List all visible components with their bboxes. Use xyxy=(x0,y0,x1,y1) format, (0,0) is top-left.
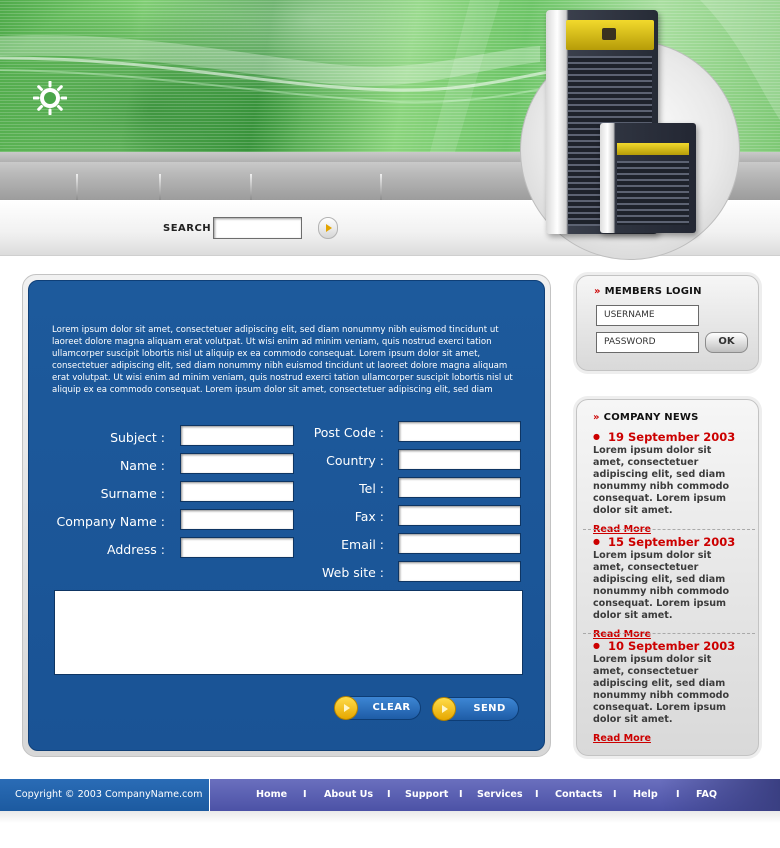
news-divider xyxy=(583,633,755,634)
news-item: 19 September 2003 Lorem ipsum dolor sit … xyxy=(593,430,738,536)
arrow-icon xyxy=(334,696,358,720)
address-field[interactable] xyxy=(180,537,294,558)
company-news-title: » COMPANY NEWS xyxy=(593,412,699,423)
search-go-button[interactable] xyxy=(318,217,338,239)
tel-label: Tel : xyxy=(359,481,384,496)
fax-field[interactable] xyxy=(398,505,521,526)
tel-field[interactable] xyxy=(398,477,521,498)
password-field[interactable]: PASSWORD xyxy=(596,332,699,353)
email-field[interactable] xyxy=(398,533,521,554)
footer-separator: I xyxy=(613,789,617,800)
form-intro-text: Lorem ipsum dolor sit amet, consectetuer… xyxy=(52,325,513,396)
footer-link-support[interactable]: Support xyxy=(405,789,448,800)
subject-field[interactable] xyxy=(180,425,294,446)
footer-link-faq[interactable]: FAQ xyxy=(696,789,717,800)
footer-link-help[interactable]: Help xyxy=(633,789,658,800)
company-name-field[interactable] xyxy=(180,509,294,530)
footer-link-about-us[interactable]: About Us xyxy=(324,789,373,800)
server-box-cap xyxy=(617,143,689,155)
news-text: Lorem ipsum dolor sit amet, consectetuer… xyxy=(593,445,730,516)
post-code-label: Post Code : xyxy=(313,425,384,440)
news-date: 10 September 2003 xyxy=(593,639,738,653)
nav-divider xyxy=(250,174,252,200)
clear-button[interactable]: CLEAR xyxy=(334,696,421,720)
read-more-link[interactable]: Read More xyxy=(593,733,651,744)
surname-field[interactable] xyxy=(180,481,294,502)
news-text: Lorem ipsum dolor sit amet, consectetuer… xyxy=(593,654,730,725)
name-label: Name : xyxy=(119,458,165,473)
members-login-title-text: MEMBERS LOGIN xyxy=(604,286,702,297)
company-news-title-text: COMPANY NEWS xyxy=(603,412,699,423)
nav-divider xyxy=(159,174,161,200)
news-text: Lorem ipsum dolor sit amet, consectetuer… xyxy=(593,550,730,621)
footer-link-contacts[interactable]: Contacts xyxy=(555,789,603,800)
send-button-label: SEND xyxy=(473,703,506,714)
search-label: SEARCH xyxy=(163,223,212,234)
footer-link-services[interactable]: Services xyxy=(477,789,523,800)
search-input[interactable] xyxy=(213,217,302,239)
footer-separator: I xyxy=(535,789,539,800)
sun-logo-icon xyxy=(33,81,67,115)
footer-shadow xyxy=(0,811,780,823)
username-field[interactable]: USERNAME xyxy=(596,305,699,326)
email-label: Email : xyxy=(341,537,384,552)
server-box-image xyxy=(600,123,696,233)
news-divider xyxy=(583,529,755,530)
website-field[interactable] xyxy=(398,561,521,582)
address-label: Address : xyxy=(107,542,165,557)
news-item: 10 September 2003 Lorem ipsum dolor sit … xyxy=(593,639,738,745)
clear-button-label: CLEAR xyxy=(372,702,411,713)
company-name-label: Company Name : xyxy=(56,514,165,529)
subject-label: Subject : xyxy=(110,430,165,445)
footer-separator: I xyxy=(676,789,680,800)
double-arrow-icon: » xyxy=(594,286,601,297)
message-textarea[interactable] xyxy=(54,590,523,675)
double-arrow-icon: » xyxy=(593,412,600,423)
members-login-title: » MEMBERS LOGIN xyxy=(594,286,702,297)
post-code-field[interactable] xyxy=(398,421,521,442)
nav-divider xyxy=(76,174,78,200)
news-date: 15 September 2003 xyxy=(593,535,738,549)
footer-separator: I xyxy=(459,789,463,800)
send-button[interactable]: SEND xyxy=(432,697,519,721)
country-label: Country : xyxy=(326,453,384,468)
login-ok-button[interactable]: OK xyxy=(705,332,748,353)
surname-label: Surname : xyxy=(100,486,165,501)
news-item: 15 September 2003 Lorem ipsum dolor sit … xyxy=(593,535,738,641)
arrow-icon xyxy=(432,697,456,721)
server-box-slots xyxy=(617,161,689,225)
website-label: Web site : xyxy=(322,565,384,580)
copyright-text: Copyright © 2003 CompanyName.com xyxy=(15,789,203,800)
server-tower-cap xyxy=(566,20,654,50)
footer-separator: I xyxy=(387,789,391,800)
news-date: 19 September 2003 xyxy=(593,430,738,444)
nav-divider xyxy=(380,174,382,200)
page: SEARCH Lorem ipsum dolor sit amet, conse… xyxy=(0,0,780,848)
country-field[interactable] xyxy=(398,449,521,470)
footer-separator: I xyxy=(303,789,307,800)
footer-link-home[interactable]: Home xyxy=(256,789,287,800)
fax-label: Fax : xyxy=(354,509,384,524)
name-field[interactable] xyxy=(180,453,294,474)
